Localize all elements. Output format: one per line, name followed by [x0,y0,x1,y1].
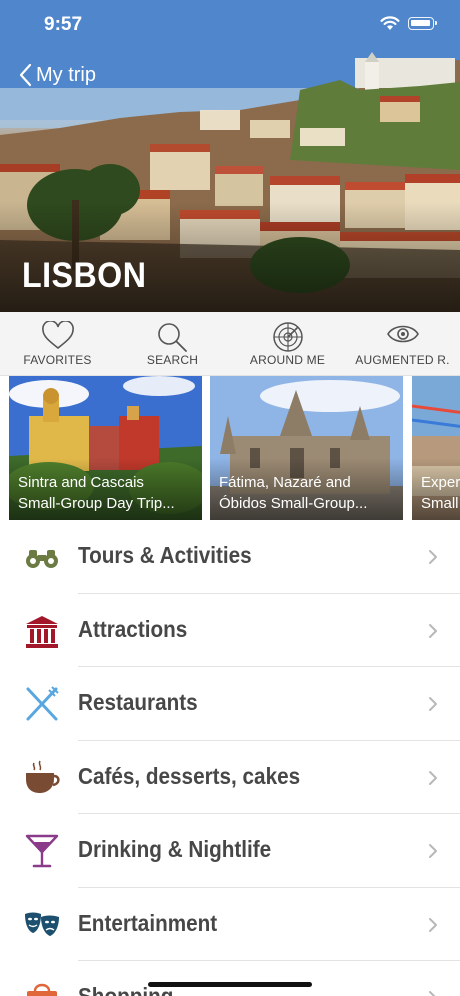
search-label: SEARCH [146,353,199,367]
chevron-right-icon [429,844,437,858]
fork-knife-icon [26,686,59,721]
wifi-icon [380,16,400,30]
search-icon [157,323,187,352]
tour-title: Sintra and Cascais Small-Group Day Trip.… [18,474,175,512]
museum-icon [26,615,58,648]
category-tours-activities[interactable]: Tours & Activities [0,520,460,594]
back-label: My trip [36,63,96,86]
search-button[interactable]: SEARCH [115,312,230,376]
category-label: Cafés, desserts, cakes [78,762,301,789]
status-time: 9:57 [44,14,83,35]
heart-icon [41,321,74,350]
category-restaurants[interactable]: Restaurants [0,667,460,741]
tour-card[interactable]: Fátima, Nazaré and Óbidos Small-Group... [210,376,403,520]
augmented-reality-label: AUGMENTED R. [355,353,450,367]
category-entertainment[interactable]: Entertainment [0,888,460,961]
chevron-right-icon [429,917,437,932]
category-list: Tours & Activities Attractions Restauran… [0,520,460,996]
category-label: Tours & Activities [78,542,252,568]
around-me-label: AROUND ME [249,353,326,367]
tour-card[interactable]: Exper Small [412,376,460,520]
around-me-button[interactable]: AROUND ME [230,312,345,376]
category-label: Drinking & Nightlife [78,836,272,862]
status-bar: 9:57 [0,0,460,52]
tour-title: Exper Small [421,474,460,512]
favorites-button[interactable]: FAVORITES [0,312,115,376]
category-label: Entertainment [78,909,218,936]
chevron-right-icon [429,697,437,711]
eye-icon [386,325,419,343]
tour-title: Fátima, Nazaré and Óbidos Small-Group... [219,474,368,512]
chevron-right-icon [429,770,437,785]
category-drinking-nightlife[interactable]: Drinking & Nightlife [0,814,460,888]
favorites-label: FAVORITES [23,353,92,367]
category-attractions[interactable]: Attractions [0,594,460,667]
battery-icon [408,17,437,30]
chevron-right-icon [429,550,437,564]
page-title: LISBON [22,256,147,295]
action-bar: FAVORITES SEARCH AROUND ME AUGMENTED R. [0,312,460,376]
chevron-left-icon [19,63,32,87]
coffee-cup-icon [26,760,60,793]
home-indicator[interactable] [148,982,312,987]
chevron-right-icon [429,991,436,996]
tour-card[interactable]: Sintra and Cascais Small-Group Day Trip.… [9,376,202,520]
hero-banner: 9:57 My trip LISBON [0,0,460,312]
back-button[interactable]: My trip [18,60,96,90]
binoculars-icon [26,550,58,568]
cocktail-icon [25,834,59,868]
theater-masks-icon [25,912,59,936]
chevron-right-icon [429,623,437,638]
category-cafes[interactable]: Cafés, desserts, cakes [0,741,460,814]
category-label: Restaurants [78,689,198,715]
radar-icon [272,322,303,352]
category-shopping[interactable]: Shopping [0,961,460,996]
category-label: Attractions [78,615,188,642]
tours-carousel[interactable]: Sintra and Cascais Small-Group Day Trip.… [0,376,460,520]
augmented-reality-button[interactable]: AUGMENTED R. [345,312,460,376]
shopping-bag-icon [27,983,57,996]
